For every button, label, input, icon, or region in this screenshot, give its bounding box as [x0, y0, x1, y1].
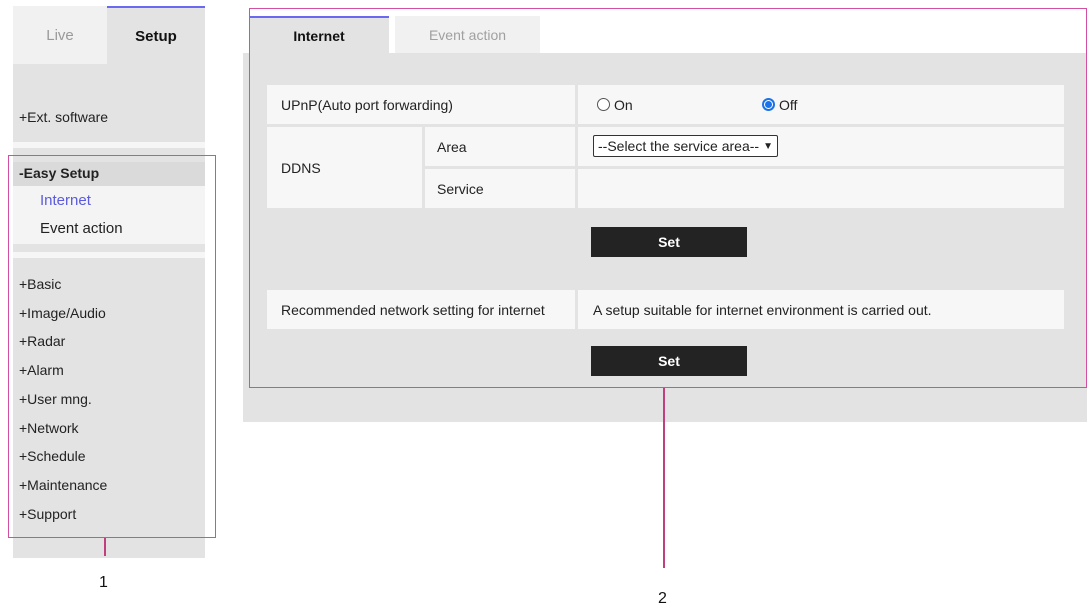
- top-tabs: Live Setup: [13, 6, 205, 64]
- tab-live[interactable]: Live: [13, 6, 107, 64]
- divider: [13, 142, 205, 148]
- callout-box-2: [249, 8, 1087, 388]
- callout-number-2: 2: [658, 590, 667, 607]
- callout-line-1: [104, 538, 106, 556]
- callout-number-1: 1: [99, 574, 108, 591]
- callout-line-2: [663, 388, 665, 568]
- sidebar-item-ext-software[interactable]: +Ext. software: [19, 109, 108, 125]
- callout-box-1: [8, 155, 216, 538]
- tab-setup[interactable]: Setup: [107, 6, 205, 64]
